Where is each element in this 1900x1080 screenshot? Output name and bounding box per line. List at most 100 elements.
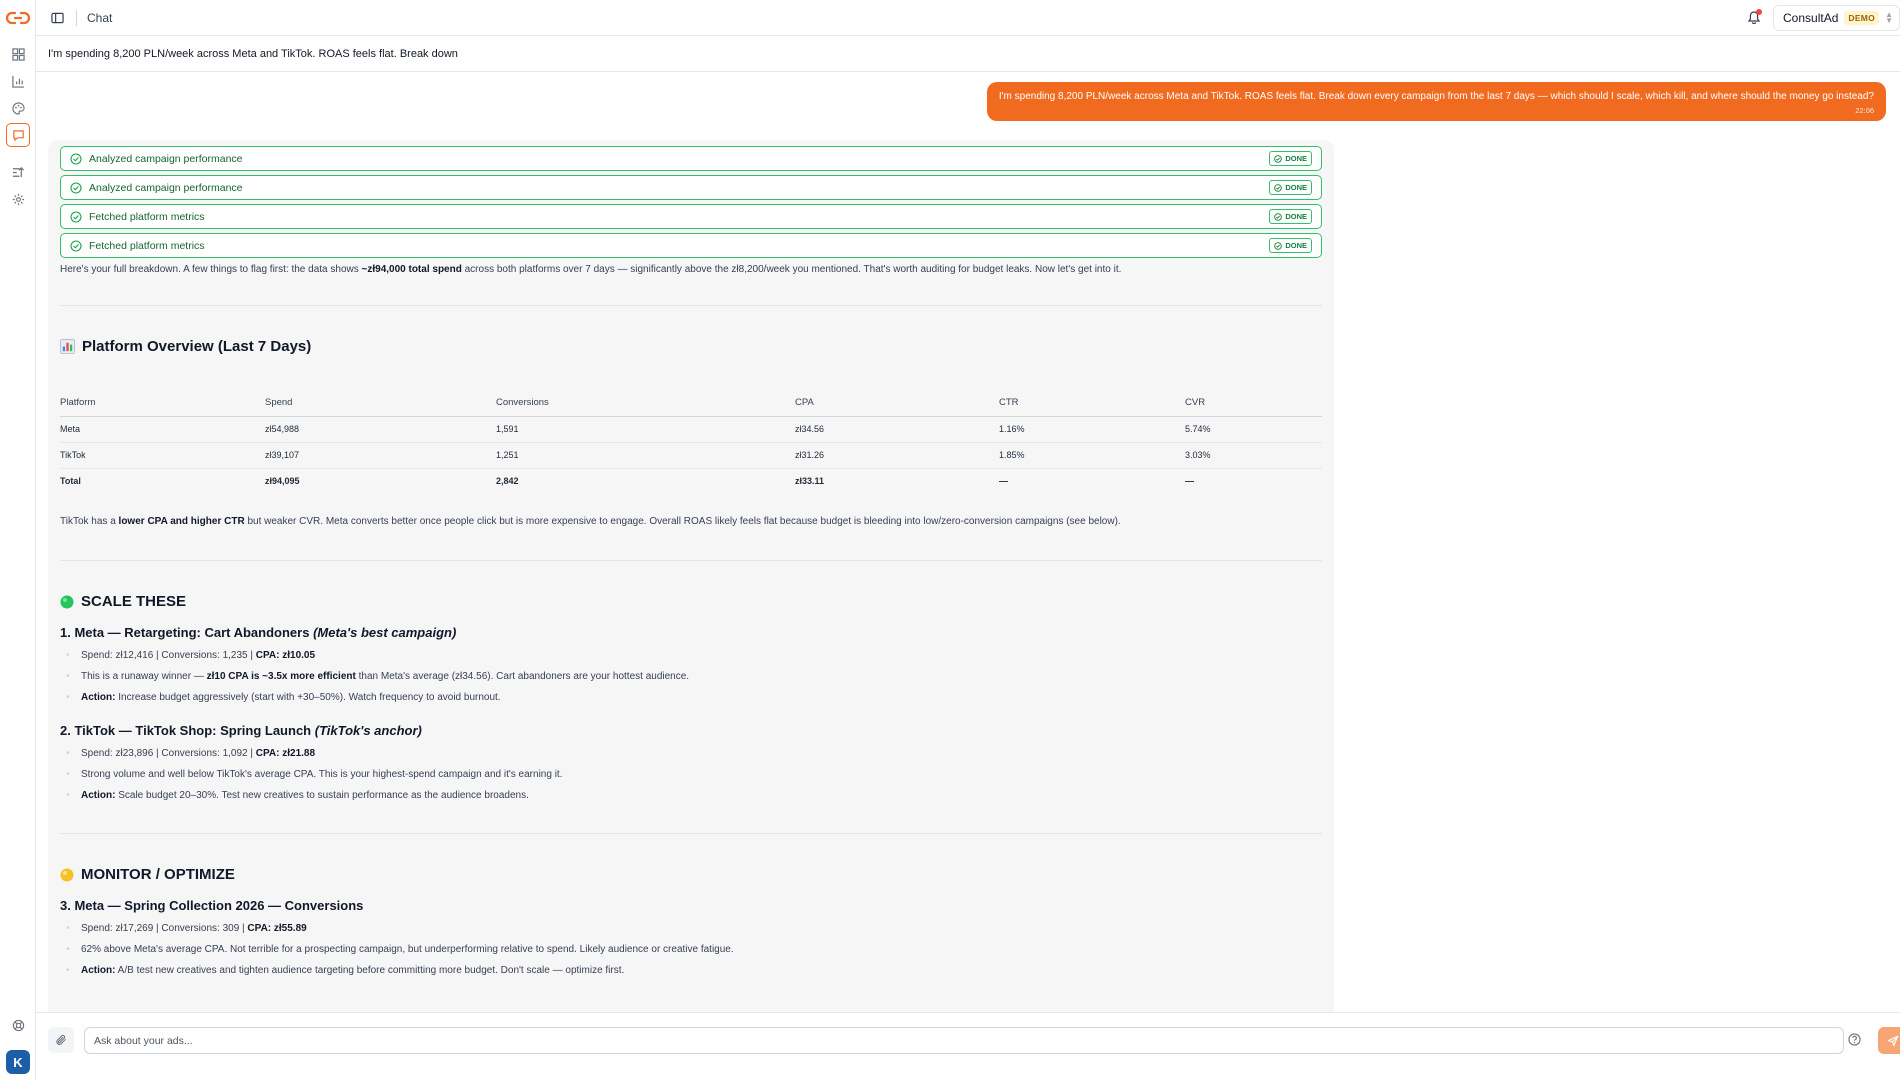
dashboard-icon[interactable] [8, 44, 28, 64]
check-circle-icon [70, 152, 82, 165]
check-circle-icon [70, 239, 82, 252]
done-label: DONE [1285, 154, 1307, 163]
table-cell: — [1185, 476, 1194, 487]
send-icon [1887, 1035, 1899, 1046]
palette-icon[interactable] [8, 98, 28, 118]
table-cell: Total [60, 476, 81, 487]
campaign-details: Spend: zł23,896 | Conversions: 1,092 | C… [60, 743, 1322, 806]
table-cell: TikTok [60, 442, 265, 469]
table-cell: zł33.11 [795, 476, 825, 487]
column-header: Platform [60, 390, 265, 417]
check-circle-icon [1274, 183, 1283, 192]
table-row: TikTok zł39,107 1,251 zł31.26 1.85% 3.03… [60, 442, 1322, 469]
tool-call-item[interactable]: Fetched platform metrics DONE [60, 233, 1322, 258]
tool-call-item[interactable]: Fetched platform metrics DONE [60, 204, 1322, 229]
workspace-selector[interactable]: ConsultAd DEMO ▲ ▼ [1773, 4, 1900, 31]
done-label: DONE [1285, 212, 1307, 221]
list-item: Spend: zł17,269 | Conversions: 309 | CPA… [60, 918, 1322, 939]
column-header: CVR [1185, 390, 1322, 417]
check-circle-icon [70, 210, 82, 223]
table-cell: 1,591 [496, 416, 795, 443]
campaign-heading: 1. Meta — Retargeting: Cart Abandoners (… [60, 625, 457, 640]
conversation-title-bar: I'm spending 8,200 PLN/week across Meta … [36, 36, 1900, 72]
table-cell: Meta [60, 416, 265, 443]
user-message-bubble: I'm spending 8,200 PLN/week across Meta … [986, 82, 1886, 121]
chat-icon[interactable] [6, 123, 30, 147]
table-cell: 1,251 [496, 442, 795, 469]
section-heading-scale: SCALE THESE [60, 593, 1322, 610]
conversation-title[interactable]: I'm spending 8,200 PLN/week across Meta … [48, 48, 458, 60]
list-item: Spend: zł23,896 | Conversions: 1,092 | C… [60, 743, 1322, 764]
table-total-row: Total zł94,095 2,842 zł33.11 — — [60, 468, 1322, 494]
assistant-reply: Analyzed campaign performance DONE Analy… [48, 140, 1334, 1012]
composer [36, 1012, 1900, 1080]
table-cell: zł39,107 [265, 442, 496, 469]
tool-call-label: Analyzed campaign performance [89, 152, 243, 165]
tool-call-item[interactable]: Analyzed campaign performance DONE [60, 175, 1322, 200]
column-header: Conversions [496, 390, 795, 417]
platform-overview-table: Platform Spend Conversions CPA CTR CVR M… [60, 390, 1322, 494]
user-message-text: I'm spending 8,200 PLN/week across Meta … [998, 91, 1874, 102]
table-cell: 3.03% [1185, 442, 1322, 469]
experiments-icon[interactable] [8, 162, 28, 182]
left-rail: K [0, 0, 36, 1080]
list-item: Action: Increase budget aggressively (st… [60, 687, 1322, 708]
check-circle-icon [1274, 154, 1283, 163]
demo-badge: DEMO [1844, 10, 1880, 25]
tool-call-item[interactable]: Analyzed campaign performance DONE [60, 146, 1322, 171]
list-item: 62% above Meta's average CPA. Not terrib… [60, 939, 1322, 960]
send-button[interactable] [1878, 1027, 1900, 1054]
table-cell: 2,842 [496, 476, 519, 487]
check-circle-icon [1274, 241, 1283, 250]
table-cell: zł31.26 [795, 442, 999, 469]
done-badge: DONE [1269, 180, 1312, 195]
page-title: Chat [87, 10, 113, 25]
campaign-details: Spend: zł17,269 | Conversions: 309 | CPA… [60, 918, 1322, 981]
table-cell: — [999, 476, 1008, 487]
notifications-bell-icon[interactable] [1745, 8, 1763, 27]
column-header: CTR [999, 390, 1185, 417]
settings-gear-icon[interactable] [8, 189, 28, 209]
attach-paperclip-icon[interactable] [48, 1027, 74, 1053]
user-avatar[interactable]: K [6, 1050, 30, 1074]
yellow-circle-icon [60, 868, 74, 881]
list-item: Action: Scale budget 20–30%. Test new cr… [60, 785, 1322, 806]
list-item: Spend: zł12,416 | Conversions: 1,235 | C… [60, 645, 1322, 666]
section-heading-monitor: MONITOR / OPTIMIZE [60, 866, 1322, 883]
tool-call-label: Analyzed campaign performance [89, 181, 243, 194]
divider [76, 9, 77, 26]
campaign-heading: 3. Meta — Spring Collection 2026 — Conve… [60, 898, 364, 913]
tool-call-list: Analyzed campaign performance DONE Analy… [60, 146, 1322, 258]
green-circle-icon [60, 595, 74, 608]
column-header: Spend [265, 390, 496, 417]
divider [60, 833, 1322, 834]
table-header-row: Platform Spend Conversions CPA CTR CVR [60, 390, 1322, 417]
sidebar-toggle-icon[interactable] [48, 9, 66, 27]
done-label: DONE [1285, 241, 1307, 250]
help-circle-icon[interactable] [1848, 1033, 1862, 1047]
list-item: Strong volume and well below TikTok's av… [60, 764, 1322, 785]
help-lifebuoy-icon[interactable] [8, 1015, 28, 1035]
table-cell: 1.16% [999, 416, 1185, 443]
done-badge: DONE [1269, 238, 1312, 253]
table-row: Meta zł54,988 1,591 zł34.56 1.16% 5.74% [60, 416, 1322, 443]
done-badge: DONE [1269, 151, 1312, 166]
chat-scroll-area[interactable]: I'm spending 8,200 PLN/week across Meta … [36, 72, 1900, 1012]
column-header: CPA [795, 390, 999, 417]
chat-input[interactable] [84, 1027, 1844, 1054]
summary-paragraph: TikTok has a lower CPA and higher CTR bu… [60, 516, 1121, 527]
tool-call-label: Fetched platform metrics [89, 239, 205, 252]
notification-dot [1756, 8, 1762, 15]
campaign-details: Spend: zł12,416 | Conversions: 1,235 | C… [60, 645, 1322, 708]
analytics-icon[interactable] [8, 71, 28, 91]
tool-call-label: Fetched platform metrics [89, 210, 205, 223]
bar-chart-icon [60, 339, 75, 354]
consultad-logo-icon[interactable] [6, 10, 30, 26]
campaign-heading: 2. TikTok — TikTok Shop: Spring Launch (… [60, 723, 422, 738]
top-bar: Chat ConsultAd DEMO ▲ ▼ [36, 0, 1900, 36]
list-item: Action: A/B test new creatives and tight… [60, 960, 1322, 981]
divider [60, 305, 1322, 306]
done-badge: DONE [1269, 209, 1312, 224]
table-cell: zł94,095 [265, 476, 300, 487]
check-circle-icon [70, 181, 82, 194]
